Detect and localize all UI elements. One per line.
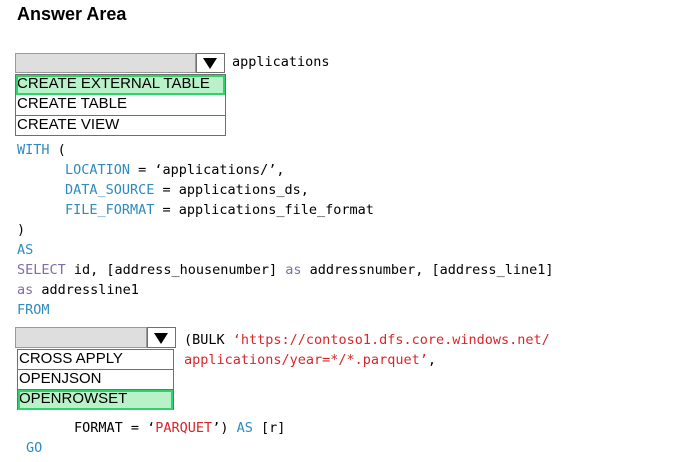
statement-dropdown-toggle[interactable] bbox=[196, 53, 225, 73]
select-alias: addressline1 bbox=[33, 282, 139, 298]
bulk-comma: , bbox=[427, 352, 436, 368]
chevron-down-icon bbox=[203, 58, 217, 69]
function-dropdown-menu: CROSS APPLY OPENJSON OPENROWSET bbox=[17, 349, 174, 410]
code-line-close-paren: ) bbox=[17, 222, 26, 238]
option-cross-apply[interactable]: CROSS APPLY bbox=[18, 350, 173, 370]
location-value: = ‘applications/’, bbox=[130, 162, 285, 178]
keyword-file-format: FILE_FORMAT bbox=[65, 202, 155, 218]
keyword-as-2: AS bbox=[236, 420, 253, 436]
function-dropdown[interactable] bbox=[15, 327, 147, 348]
select-columns-1: id, [address_housenumber] bbox=[65, 262, 286, 278]
fileformat-value: = applications_file_format bbox=[154, 202, 374, 218]
bulk-url-part1: ‘https://contoso1.dfs.core.windows.net/ bbox=[232, 332, 550, 348]
code-line-format: FORMAT = ‘PARQUET’) AS [r] bbox=[74, 419, 285, 437]
option-create-external-table[interactable]: CREATE EXTERNAL TABLE bbox=[16, 75, 225, 95]
code-line-location: LOCATION = ‘applications/’, bbox=[65, 161, 284, 179]
format-value: PARQUET bbox=[155, 420, 213, 436]
paren-open: ( bbox=[49, 142, 66, 158]
code-line-select: SELECT id, [address_housenumber] as addr… bbox=[17, 261, 553, 279]
keyword-as: AS bbox=[17, 242, 34, 258]
page-title: Answer Area bbox=[17, 4, 127, 24]
option-openrowset[interactable]: OPENROWSET bbox=[18, 390, 173, 410]
format-keyword: FORMAT = ‘ bbox=[74, 420, 156, 436]
keyword-from: FROM bbox=[17, 302, 50, 318]
code-line-fileformat: FILE_FORMAT = applications_file_format bbox=[65, 201, 374, 219]
code-line-bulk: (BULK ‘https://contoso1.dfs.core.windows… bbox=[184, 331, 550, 349]
code-line-datasource: DATA_SOURCE = applications_ds, bbox=[65, 181, 309, 199]
option-create-view[interactable]: CREATE VIEW bbox=[16, 116, 225, 136]
option-create-table[interactable]: CREATE TABLE bbox=[16, 95, 225, 116]
chevron-down-icon bbox=[154, 333, 168, 344]
alias-r: [r] bbox=[252, 420, 286, 436]
keyword-data-source: DATA_SOURCE bbox=[65, 182, 155, 198]
code-line-with: WITH ( bbox=[17, 141, 66, 159]
select-columns-2: addressnumber, [address_line1] bbox=[301, 262, 554, 278]
keyword-location: LOCATION bbox=[65, 162, 131, 178]
answer-area: { "header": { "title": "Answer Area" }, … bbox=[0, 0, 678, 462]
statement-dropdown[interactable] bbox=[15, 53, 196, 73]
keyword-go: GO bbox=[26, 440, 43, 456]
datasource-value: = applications_ds, bbox=[154, 182, 309, 198]
keyword-with: WITH bbox=[17, 142, 50, 158]
keyword-as-inline-2: as bbox=[17, 282, 34, 298]
keyword-select: SELECT bbox=[17, 262, 66, 278]
keyword-as-inline: as bbox=[285, 262, 302, 278]
table-name-text: applications bbox=[232, 54, 330, 70]
function-dropdown-toggle[interactable] bbox=[147, 327, 176, 348]
format-close: ’) bbox=[212, 420, 237, 436]
code-line-alias: as addressline1 bbox=[17, 281, 139, 299]
code-line-bulk-2: applications/year=*/*.parquet’, bbox=[184, 351, 436, 369]
option-openjson[interactable]: OPENJSON bbox=[18, 370, 173, 390]
bulk-keyword: (BULK bbox=[184, 332, 233, 348]
bulk-url-part2: applications/year=*/*.parquet’ bbox=[184, 352, 428, 368]
statement-dropdown-menu: CREATE EXTERNAL TABLE CREATE TABLE CREAT… bbox=[15, 74, 226, 136]
